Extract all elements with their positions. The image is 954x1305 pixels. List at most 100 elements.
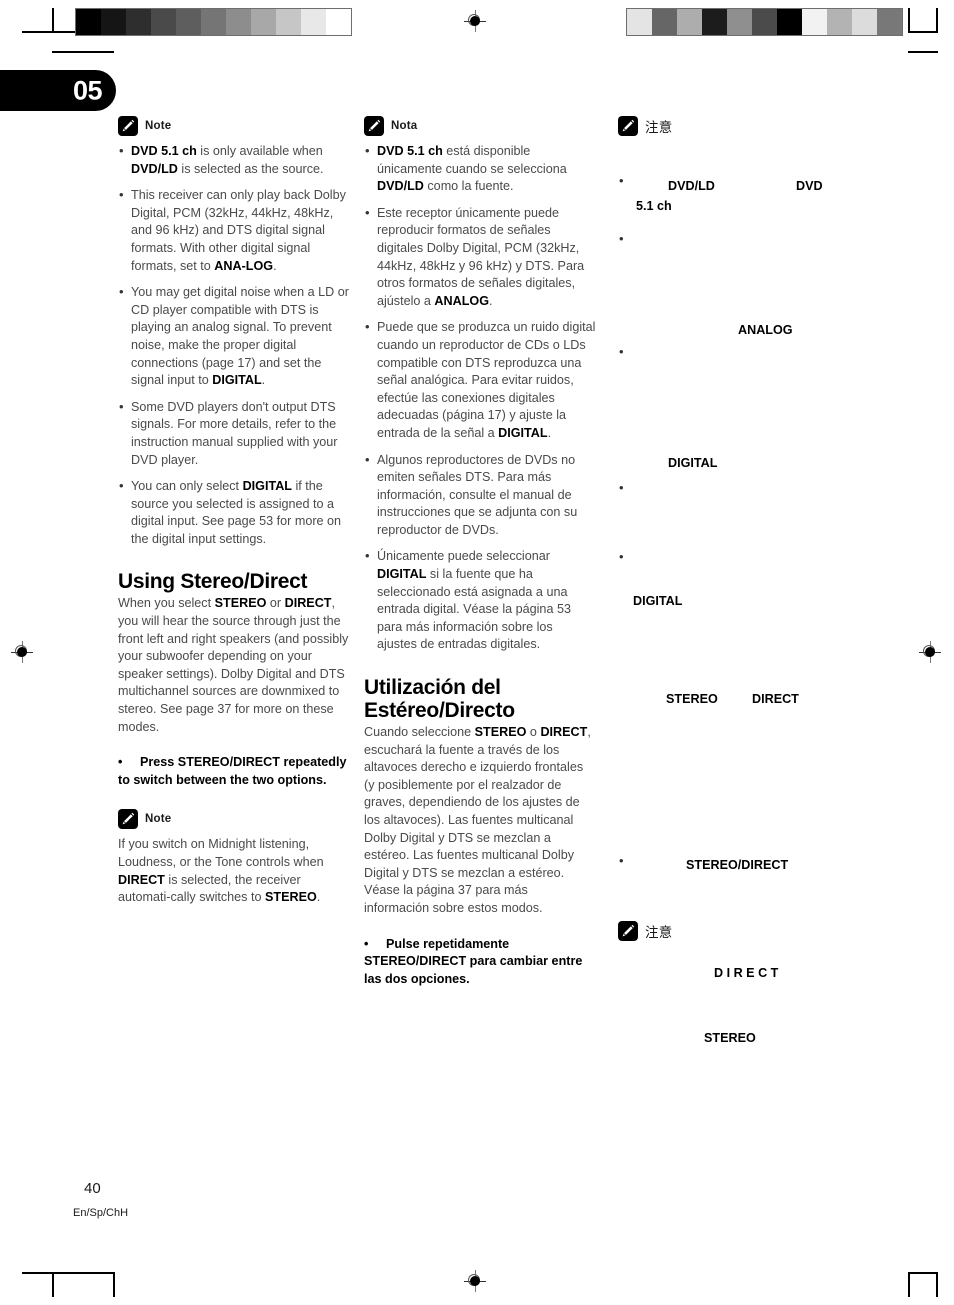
section-body-english: When you select STEREO or DIRECT, you wi… bbox=[118, 596, 349, 734]
list-item: DVD 5.1 ch is only available when DVD/LD… bbox=[118, 142, 350, 178]
pencil-note-icon bbox=[118, 116, 138, 136]
list-item: Algunos reproductores de DVDs no emiten … bbox=[364, 451, 596, 540]
gray-swatch bbox=[652, 9, 677, 35]
action-instruction-english: • Press STEREO/DIRECT repeatedly to switc… bbox=[118, 754, 350, 789]
crop-mark-top-right-bleed bbox=[908, 51, 938, 53]
note-label: Note bbox=[145, 120, 172, 132]
section-title-line-1: Utilización del bbox=[364, 676, 501, 700]
pencil-note-icon bbox=[364, 116, 384, 136]
gray-swatch bbox=[852, 9, 877, 35]
note-block-english-2: Note If you switch on Midnight listening… bbox=[118, 809, 350, 906]
crop-mark-bottom-right-v bbox=[936, 1272, 938, 1297]
list-item: This receiver can only play back Dolby D… bbox=[118, 186, 350, 275]
note-heading-english: Note bbox=[118, 116, 350, 136]
emphasized-term: STEREO bbox=[666, 692, 718, 706]
emphasized-term: STEREO/DIRECT bbox=[686, 858, 789, 872]
chapter-tab: 05 bbox=[0, 70, 116, 111]
note-label: Note bbox=[145, 813, 172, 826]
page-locale-code: En/Sp/ChH bbox=[73, 1207, 129, 1219]
chapter-number: 05 bbox=[72, 75, 103, 105]
gray-swatch bbox=[702, 9, 727, 35]
note-list-spanish: DVD 5.1 ch está disponible únicamente cu… bbox=[364, 142, 596, 654]
gray-swatch bbox=[326, 9, 351, 35]
registration-target-icon-left bbox=[11, 641, 33, 663]
pencil-note-icon bbox=[618, 116, 638, 136]
gray-swatch bbox=[276, 9, 301, 35]
crop-mark-bottom-left-v2 bbox=[52, 1272, 54, 1297]
list-item: You may get digital noise when a LD or C… bbox=[118, 283, 350, 390]
crop-mark-top-right-h bbox=[908, 31, 938, 33]
gray-swatch bbox=[827, 9, 852, 35]
crop-mark-top-right-v bbox=[936, 8, 938, 33]
chinese-body-canvas: • • • • • • 注意 DVD/LD DVD 5.1 ch ANALOG DIGI… bbox=[618, 173, 823, 1045]
page-number: 40 bbox=[84, 1180, 101, 1197]
registration-target-icon-bottom bbox=[464, 1270, 486, 1292]
emphasized-term: STEREO bbox=[704, 1031, 756, 1045]
emphasized-term: D I R E C T bbox=[714, 966, 779, 980]
crop-mark-bottom-left-h bbox=[22, 1272, 114, 1274]
registration-target-icon-top bbox=[464, 10, 486, 32]
gray-swatch bbox=[251, 9, 276, 35]
section-title-line-2: Estéreo/Directo bbox=[364, 699, 515, 723]
action-text: Pulse repetidamente STEREO/DIRECT para c… bbox=[364, 936, 583, 986]
emphasized-term: DIGITAL bbox=[668, 456, 718, 470]
note-heading-chinese-2: 注意 bbox=[618, 921, 672, 941]
emphasized-term: DIRECT bbox=[752, 692, 799, 706]
list-item: Este receptor únicamente puede reproduci… bbox=[364, 204, 596, 311]
gray-swatch bbox=[777, 9, 802, 35]
action-instruction-spanish: • Pulse repetidamente STEREO/DIRECT para … bbox=[364, 936, 596, 989]
note-label: Nota bbox=[391, 120, 418, 132]
crop-mark-bottom-right-v2 bbox=[908, 1272, 910, 1297]
emphasized-term: ANALOG bbox=[738, 323, 793, 337]
note-heading-chinese: 注意 bbox=[618, 116, 878, 136]
emphasized-term: DIGITAL bbox=[633, 594, 683, 608]
column-spanish: Nota DVD 5.1 ch está disponible únicamen… bbox=[364, 116, 596, 988]
emphasized-term: 5.1 ch bbox=[636, 199, 672, 213]
crop-mark-top-right-v2 bbox=[908, 8, 910, 33]
column-chinese: 注意 • • • • • • 注意 DVD/LD DVD 5.1 ch ANALOG D… bbox=[618, 116, 878, 1083]
column-english: Note DVD 5.1 ch is only available when D… bbox=[118, 116, 350, 916]
grayscale-calibration-strip-right bbox=[626, 8, 903, 36]
pencil-note-icon bbox=[118, 809, 138, 830]
gray-swatch bbox=[752, 9, 777, 35]
gray-swatch bbox=[76, 9, 101, 35]
list-item: You can only select DIGITAL if the sourc… bbox=[118, 477, 350, 548]
section-title-english: Using Stereo/Direct bbox=[118, 570, 308, 594]
note-body-english-2: If you switch on Midnight listening, Lou… bbox=[118, 837, 324, 905]
note-label: 注意 bbox=[645, 120, 673, 135]
section-title-spanish: Utilización del Estéreo/Directo bbox=[364, 676, 596, 722]
note-heading-english-2: Note bbox=[118, 809, 350, 830]
gray-swatch bbox=[877, 9, 902, 35]
grayscale-calibration-strip-left bbox=[75, 8, 352, 36]
gray-swatch bbox=[727, 9, 752, 35]
list-item: DVD 5.1 ch está disponible únicamente cu… bbox=[364, 142, 596, 196]
crop-mark-bottom-right-h bbox=[908, 1272, 938, 1274]
gray-swatch bbox=[677, 9, 702, 35]
action-bullet: • bbox=[118, 755, 123, 770]
gray-swatch bbox=[226, 9, 251, 35]
gray-swatch bbox=[126, 9, 151, 35]
gray-swatch bbox=[201, 9, 226, 35]
note-list-english: DVD 5.1 ch is only available when DVD/LD… bbox=[118, 142, 350, 548]
emphasized-term: DVD/LD bbox=[668, 179, 715, 193]
crop-mark-bottom-left-v bbox=[113, 1272, 115, 1297]
crop-mark-top-left-bleed bbox=[52, 8, 54, 33]
list-item: Some DVD players don't output DTS signal… bbox=[118, 398, 350, 469]
pencil-note-icon bbox=[618, 921, 638, 941]
list-item: Únicamente puede seleccionar DIGITAL si … bbox=[364, 547, 596, 654]
note-label: 注意 bbox=[645, 925, 673, 940]
gray-swatch bbox=[151, 9, 176, 35]
section-body-spanish: Cuando seleccione STEREO o DIRECT, escuc… bbox=[364, 725, 591, 915]
gray-swatch bbox=[301, 9, 326, 35]
gray-swatch bbox=[802, 9, 827, 35]
registration-target-icon-right bbox=[919, 641, 941, 663]
gray-swatch bbox=[627, 9, 652, 35]
emphasized-term: DVD bbox=[796, 179, 823, 193]
gray-swatch bbox=[176, 9, 201, 35]
gray-swatch bbox=[101, 9, 126, 35]
note-heading-spanish: Nota bbox=[364, 116, 596, 136]
action-text: Press STEREO/DIRECT repeatedly to switch… bbox=[118, 755, 347, 787]
crop-mark-top-left-v2 bbox=[52, 51, 114, 53]
action-bullet: • bbox=[364, 936, 369, 951]
list-item: Puede que se produzca un ruido digital c… bbox=[364, 318, 596, 442]
